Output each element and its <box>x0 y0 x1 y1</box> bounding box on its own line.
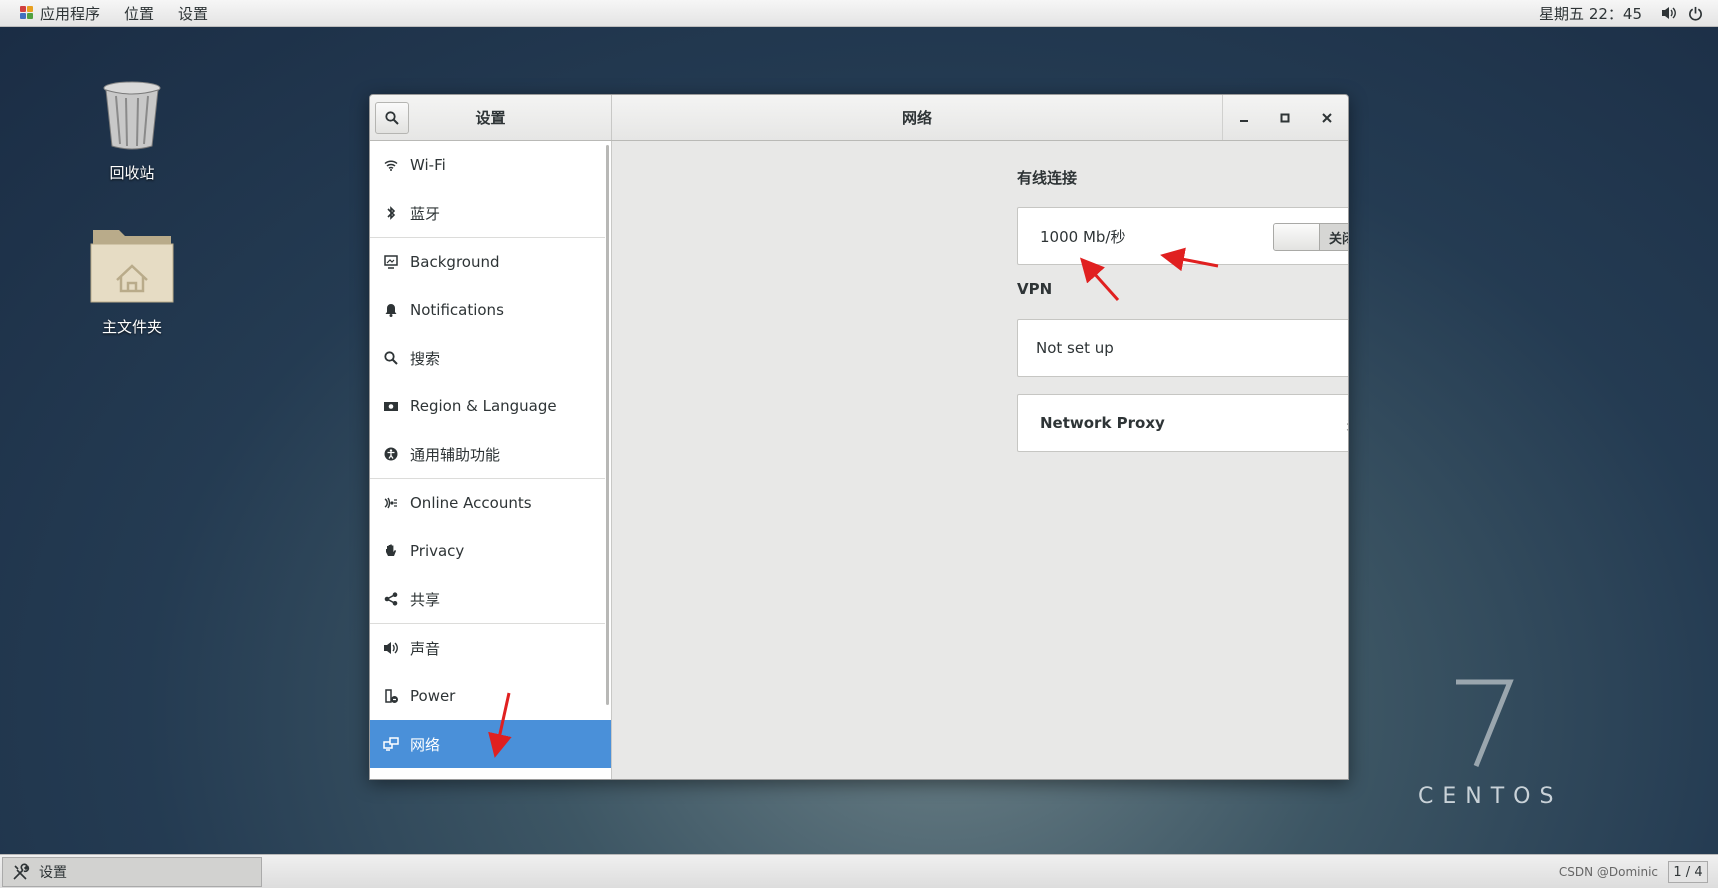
places-menu[interactable]: 位置 <box>112 0 166 26</box>
power-plug-icon <box>382 687 400 705</box>
sidebar-item-wifi[interactable]: Wi-Fi <box>370 141 611 189</box>
search-icon <box>382 349 400 367</box>
applications-label: 应用程序 <box>40 4 101 23</box>
sidebar-item-online-accounts[interactable]: Online Accounts <box>370 479 611 527</box>
sidebar-item-label: Region & Language <box>410 397 557 415</box>
settings-menu[interactable]: 设置 <box>166 0 220 26</box>
vpn-status: Not set up <box>1036 339 1114 357</box>
workspace-indicator[interactable]: 1 / 4 <box>1668 861 1708 883</box>
centos-wordmark: CENTOS <box>1418 784 1563 809</box>
vpn-header: VPN <box>1017 280 1053 298</box>
volume-icon[interactable] <box>1656 0 1682 26</box>
sidebar-item-label: 搜索 <box>410 349 441 368</box>
taskbar-settings-label: 设置 <box>39 865 67 881</box>
background-icon <box>382 253 400 271</box>
maximize-icon <box>1280 113 1290 122</box>
sidebar-item-bluetooth[interactable]: 蓝牙 <box>370 189 611 237</box>
privacy-hand-icon <box>382 542 400 560</box>
network-panel: 有线连接 + 1000 Mb/秒 关闭 VPN + Not set up <box>612 141 1348 779</box>
sidebar-scrollbar[interactable] <box>606 145 609 705</box>
close-button[interactable] <box>1313 104 1341 132</box>
applications-menu[interactable]: 应用程序 <box>8 0 112 26</box>
page-title: 网络 <box>901 109 932 127</box>
sidebar-item-privacy[interactable]: Privacy <box>370 527 611 575</box>
home-folder-icon <box>90 230 174 303</box>
wired-section-header: 有线连接 + <box>1017 165 1348 189</box>
power-icon[interactable] <box>1682 0 1708 26</box>
applications-icon <box>20 6 34 20</box>
sidebar-item-accessibility[interactable]: 通用辅助功能 <box>370 430 611 478</box>
minimize-button[interactable] <box>1230 104 1258 132</box>
sidebar-item-notifications[interactable]: Notifications <box>370 286 611 334</box>
settings-window: 设置 网络 Wi-Fi 蓝牙 Background Notifications … <box>369 94 1349 780</box>
trash-desktop-icon[interactable]: 回收站 <box>72 80 192 183</box>
proxy-label: Network Proxy <box>1040 414 1165 432</box>
network-proxy-row[interactable]: Network Proxy 关 <box>1017 394 1348 452</box>
vpn-section-header: VPN + <box>1017 277 1348 301</box>
bluetooth-icon <box>382 204 400 222</box>
sidebar-item-region[interactable]: Region & Language <box>370 382 611 430</box>
clock[interactable]: 星期五 22：45 <box>1525 3 1656 24</box>
vpn-row: Not set up <box>1017 319 1348 377</box>
trash-icon <box>103 81 161 150</box>
sidebar-item-network[interactable]: 网络 <box>370 720 611 768</box>
network-icon <box>382 735 400 753</box>
share-icon <box>382 590 400 608</box>
proxy-state: 关 <box>1346 413 1348 434</box>
online-accounts-icon <box>382 494 400 512</box>
search-icon <box>385 111 399 125</box>
switch-knob <box>1274 224 1320 250</box>
taskbar-settings-button[interactable]: 设置 <box>2 857 262 887</box>
sidebar-item-sound[interactable]: 声音 <box>370 624 611 672</box>
switch-state-label: 关闭 <box>1328 231 1348 247</box>
sidebar-item-label: Online Accounts <box>410 494 532 512</box>
top-panel: 应用程序 位置 设置 星期五 22：45 <box>0 0 1718 27</box>
minimize-icon <box>1239 119 1248 122</box>
sidebar-item-label: Wi-Fi <box>410 156 446 174</box>
bottom-panel: 设置 CSDN @Dominic 1 / 4 <box>0 854 1718 888</box>
sidebar: Wi-Fi 蓝牙 Background Notifications 搜索 Reg… <box>370 141 612 779</box>
region-icon <box>382 397 400 415</box>
wired-speed: 1000 Mb/秒 <box>1040 227 1126 246</box>
titlebar: 设置 网络 <box>370 95 1348 141</box>
speaker-icon <box>382 639 400 657</box>
sidebar-item-label: 通用辅助功能 <box>410 445 501 464</box>
sidebar-item-power[interactable]: Power <box>370 672 611 720</box>
sidebar-item-background[interactable]: Background <box>370 238 611 286</box>
maximize-button[interactable] <box>1271 104 1299 132</box>
settings-tools-icon <box>13 863 30 880</box>
wired-toggle-switch[interactable]: 关闭 <box>1273 223 1348 251</box>
sidebar-item-sharing[interactable]: 共享 <box>370 575 611 623</box>
home-folder-desktop-icon[interactable]: 主文件夹 <box>72 222 192 337</box>
sidebar-item-label: Privacy <box>410 542 465 560</box>
wired-connection-row: 1000 Mb/秒 关闭 <box>1017 207 1348 265</box>
sidebar-item-label: Power <box>410 687 456 705</box>
sidebar-item-label: 声音 <box>410 639 441 658</box>
sidebar-item-label: 网络 <box>410 735 441 754</box>
csdn-watermark: CSDN @Dominic <box>1558 865 1658 879</box>
sidebar-item-label: Notifications <box>410 301 504 319</box>
wifi-icon <box>382 156 400 174</box>
wired-header: 有线连接 <box>1017 168 1078 187</box>
bell-icon <box>382 301 400 319</box>
centos-logo <box>1440 670 1520 770</box>
search-button[interactable] <box>375 102 409 134</box>
sidebar-item-label: 共享 <box>410 590 441 609</box>
home-folder-label: 主文件夹 <box>101 318 162 336</box>
trash-label: 回收站 <box>109 164 155 182</box>
sidebar-item-search[interactable]: 搜索 <box>370 334 611 382</box>
close-icon <box>1322 112 1332 123</box>
accessibility-icon <box>382 445 400 463</box>
sidebar-item-label: Background <box>410 253 500 271</box>
sidebar-item-label: 蓝牙 <box>410 204 441 223</box>
